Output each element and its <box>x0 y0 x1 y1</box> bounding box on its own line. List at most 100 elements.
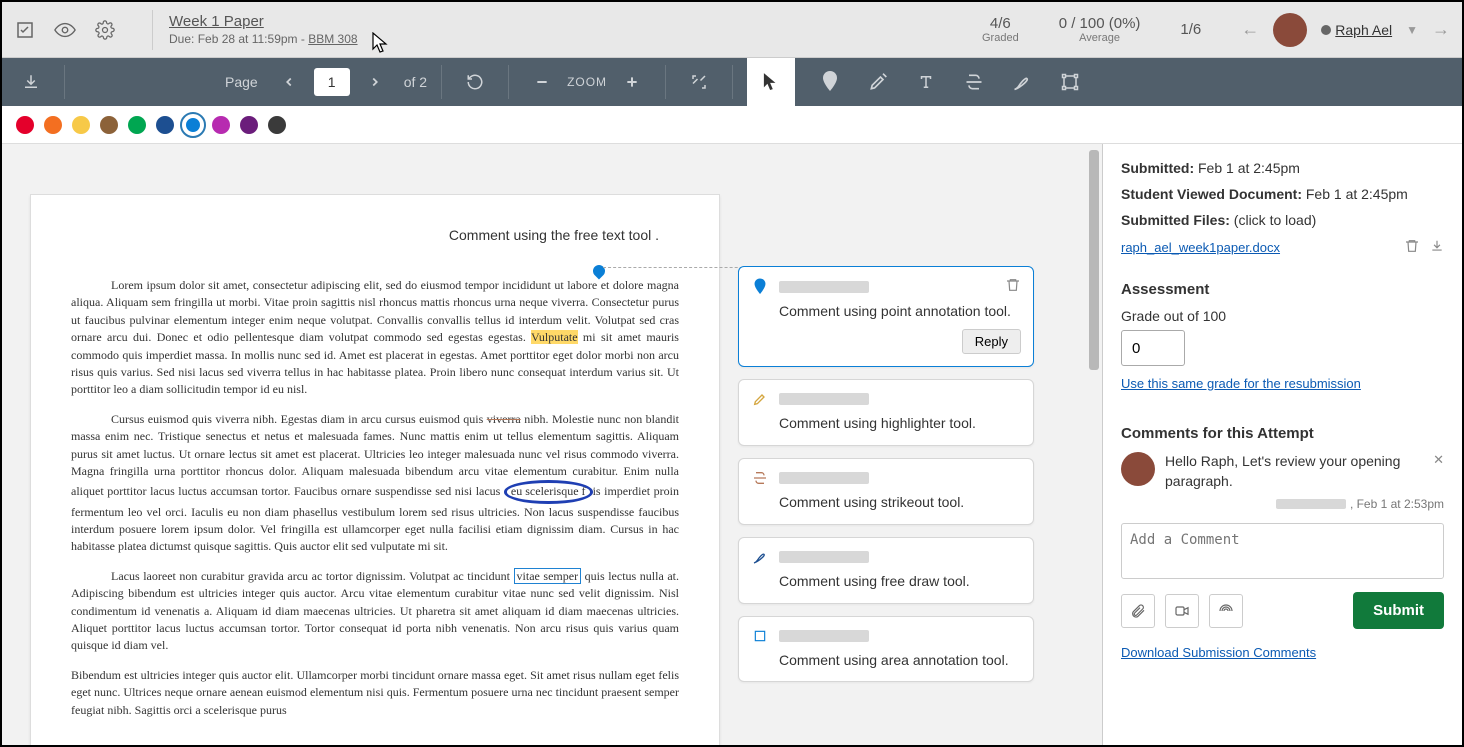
stat-graded: 4/6 Graded <box>982 15 1019 44</box>
comment-avatar <box>1121 452 1155 486</box>
comment-card-highlight[interactable]: Comment using highlighter tool. <box>738 379 1034 446</box>
add-comment-input[interactable] <box>1121 523 1444 579</box>
commenter-name-redacted <box>779 393 869 405</box>
settings-gear-icon[interactable] <box>94 19 116 41</box>
strikeout-annotation[interactable]: viverra <box>487 412 521 426</box>
submitted-file-link[interactable]: raph_ael_week1paper.docx <box>1121 240 1392 255</box>
prev-page-icon[interactable] <box>270 63 308 101</box>
commenter-name-redacted <box>779 630 869 642</box>
freedraw-annotation[interactable]: eu scelerisque f <box>504 480 593 503</box>
vertical-scrollbar[interactable] <box>1086 144 1102 745</box>
comment-text: Comment using highlighter tool. <box>779 414 1021 433</box>
zoom-out-icon[interactable] <box>523 63 561 101</box>
comment-card-point[interactable]: Comment using point annotation tool. Rep… <box>738 266 1034 367</box>
delete-file-icon[interactable] <box>1404 238 1420 257</box>
paragraph-2: Cursus euismod quis viverra nibh. Egesta… <box>71 411 679 556</box>
color-orange[interactable] <box>44 116 62 134</box>
p2-text-a: Cursus euismod quis viverra nibh. Egesta… <box>111 412 487 426</box>
paragraph-3: Lacus laoreet non curabitur gravida arcu… <box>71 568 679 655</box>
student-name-wrap[interactable]: Raph Ael <box>1321 22 1392 38</box>
download-comments-link[interactable]: Download Submission Comments <box>1121 645 1316 660</box>
same-grade-link[interactable]: Use this same grade for the resubmission <box>1121 376 1361 391</box>
paragraph-1: Lorem ipsum dolor sit amet, consectetur … <box>71 277 679 399</box>
prev-student-arrow[interactable]: ← <box>1241 19 1259 40</box>
comment-text: Comment using point annotation tool. <box>779 302 1021 321</box>
files-label: Submitted Files: <box>1121 212 1230 228</box>
next-page-icon[interactable] <box>356 63 394 101</box>
next-student-arrow[interactable]: → <box>1432 19 1450 40</box>
area-tool-icon[interactable] <box>1047 58 1093 106</box>
download-icon[interactable] <box>12 63 50 101</box>
comment-card-area[interactable]: Comment using area annotation tool. <box>738 616 1034 683</box>
attach-file-icon[interactable] <box>1121 594 1155 628</box>
audio-record-icon[interactable] <box>1209 594 1243 628</box>
cursor-tool-icon[interactable] <box>747 58 795 106</box>
assignment-title[interactable]: Week 1 Paper <box>169 13 358 30</box>
header-stats: 4/6 Graded 0 / 100 (0%) Average 1/6 <box>982 15 1201 44</box>
zoom-in-icon[interactable] <box>613 63 651 101</box>
highlight-tool-icon[interactable] <box>855 58 901 106</box>
student-dropdown-caret[interactable]: ▼ <box>1406 23 1418 37</box>
files-row: Submitted Files: (click to load) <box>1121 212 1444 228</box>
media-record-icon[interactable] <box>1165 594 1199 628</box>
p3-text-a: Lacus laoreet non curabitur gravida arcu… <box>111 569 514 583</box>
rotate-icon[interactable] <box>456 63 494 101</box>
status-dot-icon <box>1321 25 1331 35</box>
grade-input[interactable] <box>1121 330 1185 366</box>
header-icon-group <box>14 19 116 41</box>
point-tool-icon[interactable] <box>807 58 853 106</box>
color-green[interactable] <box>128 116 146 134</box>
color-yellow[interactable] <box>72 116 90 134</box>
commenter-name-redacted <box>779 472 869 484</box>
freedraw-tool-icon[interactable] <box>999 58 1045 106</box>
course-link[interactable]: BBM 308 <box>308 32 357 46</box>
comment-card-strikeout[interactable]: Comment using strikeout tool. <box>738 458 1034 525</box>
text-tool-icon[interactable] <box>903 58 949 106</box>
cursor-icon <box>372 32 390 60</box>
fullscreen-icon[interactable] <box>680 63 718 101</box>
assessment-title: Assessment <box>1121 281 1444 298</box>
highlight-icon <box>751 390 769 408</box>
color-palette <box>2 106 1462 144</box>
color-purple[interactable] <box>240 116 258 134</box>
document-viewer[interactable]: Comment using the free text tool . Lorem… <box>2 144 1102 745</box>
delete-comment-icon[interactable] <box>1005 277 1021 296</box>
viewed-value: Feb 1 at 2:45pm <box>1306 186 1408 202</box>
color-brown[interactable] <box>100 116 118 134</box>
color-darkblue[interactable] <box>156 116 174 134</box>
submitted-row: Submitted: Feb 1 at 2:45pm <box>1121 160 1444 176</box>
area-annotation[interactable]: vitae semper <box>514 568 582 584</box>
freedraw-icon <box>751 548 769 566</box>
stat-average-label: Average <box>1059 32 1141 44</box>
submitted-value: Feb 1 at 2:45pm <box>1198 160 1300 176</box>
paragraph-4: Bibendum est ultricies integer quis auct… <box>71 667 679 719</box>
submitted-label: Submitted: <box>1121 160 1194 176</box>
page-input[interactable] <box>314 68 350 96</box>
student-avatar[interactable] <box>1273 13 1307 47</box>
stat-average: 0 / 100 (0%) Average <box>1059 15 1141 44</box>
comment-text: Comment using free draw tool. <box>779 572 1021 591</box>
top-header: Week 1 Paper Due: Feb 28 at 11:59pm - BB… <box>2 2 1462 58</box>
free-text-annotation[interactable]: Comment using the free text tool . <box>449 225 659 245</box>
comment-text: Comment using area annotation tool. <box>779 651 1021 670</box>
visibility-icon[interactable] <box>54 19 76 41</box>
comments-title: Comments for this Attempt <box>1121 425 1444 442</box>
viewed-row: Student Viewed Document: Feb 1 at 2:45pm <box>1121 186 1444 202</box>
submit-button[interactable]: Submit <box>1353 592 1444 629</box>
comment-card-freedraw[interactable]: Comment using free draw tool. <box>738 537 1034 604</box>
area-icon <box>751 627 769 645</box>
strikeout-tool-icon[interactable] <box>951 58 997 106</box>
commenter-name-redacted <box>779 281 869 293</box>
color-blue[interactable] <box>184 116 202 134</box>
download-file-icon[interactable] <box>1430 238 1444 257</box>
color-red[interactable] <box>16 116 34 134</box>
highlight-annotation[interactable]: Vulputate <box>531 330 578 344</box>
color-magenta[interactable] <box>212 116 230 134</box>
gradebook-icon[interactable] <box>14 19 36 41</box>
reply-button[interactable]: Reply <box>962 329 1021 354</box>
stat-count-value: 1/6 <box>1180 21 1201 38</box>
annotation-tools <box>807 58 1093 106</box>
color-black[interactable] <box>268 116 286 134</box>
delete-comment-icon[interactable]: ✕ <box>1433 452 1444 468</box>
comment-meta: , Feb 1 at 2:53pm <box>1165 497 1444 511</box>
